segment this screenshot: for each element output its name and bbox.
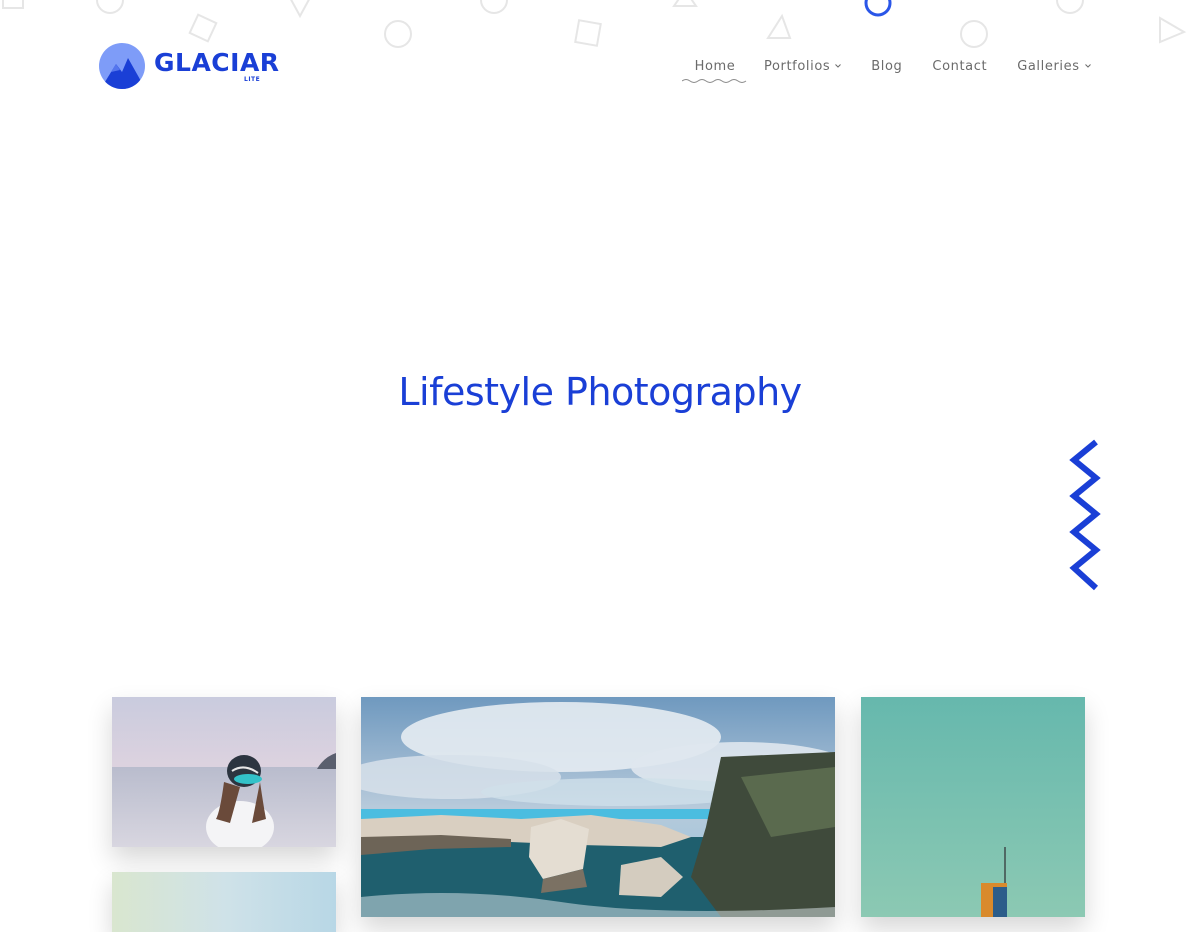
square-shape (574, 19, 602, 47)
zigzag-decoration (1069, 439, 1101, 591)
gallery-photo-girl-with-cap[interactable] (112, 697, 336, 847)
photo-image (112, 872, 336, 932)
highlight-circle-shape (864, 0, 892, 17)
photo-image (112, 697, 336, 847)
triangle-shape (290, 0, 310, 19)
nav-item-blog[interactable]: Blog (871, 59, 902, 74)
circle-shape (960, 20, 988, 48)
nav-item-label: Blog (871, 58, 903, 74)
triangle-shape (672, 0, 698, 7)
site-logo[interactable]: GLACIAR LITE (98, 40, 279, 92)
triangle-shape (766, 13, 792, 39)
triangle-shape (1159, 16, 1187, 44)
photo-image (361, 697, 835, 917)
main-navigation: Home Portfolios Blog Contact Galleries (682, 54, 1091, 83)
logo-wordmark: GLACIAR (154, 48, 280, 77)
nav-item-portfolios[interactable]: Portfolios (764, 58, 842, 74)
circle-shape (384, 20, 412, 48)
gallery-photo-coastal-cliffs[interactable] (361, 697, 835, 917)
page-title: Lifestyle Photography (398, 370, 802, 414)
nav-item-label: Galleries (1017, 58, 1080, 74)
photo-image (861, 697, 1085, 917)
active-wave-underline (682, 78, 747, 83)
logo-tagline: LITE (244, 76, 261, 83)
nav-item-label: Portfolios (764, 58, 831, 74)
circle-shape (480, 0, 508, 14)
nav-item-label: Contact (932, 58, 988, 74)
nav-item-label: Home (694, 58, 736, 74)
circle-shape (1056, 0, 1084, 14)
gallery-photo-tower[interactable] (861, 697, 1085, 917)
nav-item-galleries[interactable]: Galleries (1017, 58, 1091, 74)
nav-item-home[interactable]: Home (682, 58, 748, 83)
chevron-down-icon (835, 64, 842, 68)
mountain-logo-icon (99, 43, 145, 89)
circle-shape (96, 0, 124, 14)
gallery-photo-pale-blue[interactable] (112, 872, 336, 932)
chevron-down-icon (1084, 64, 1091, 68)
nav-item-contact[interactable]: Contact (932, 59, 987, 74)
square-shape (188, 13, 218, 43)
square-shape (2, 0, 24, 9)
